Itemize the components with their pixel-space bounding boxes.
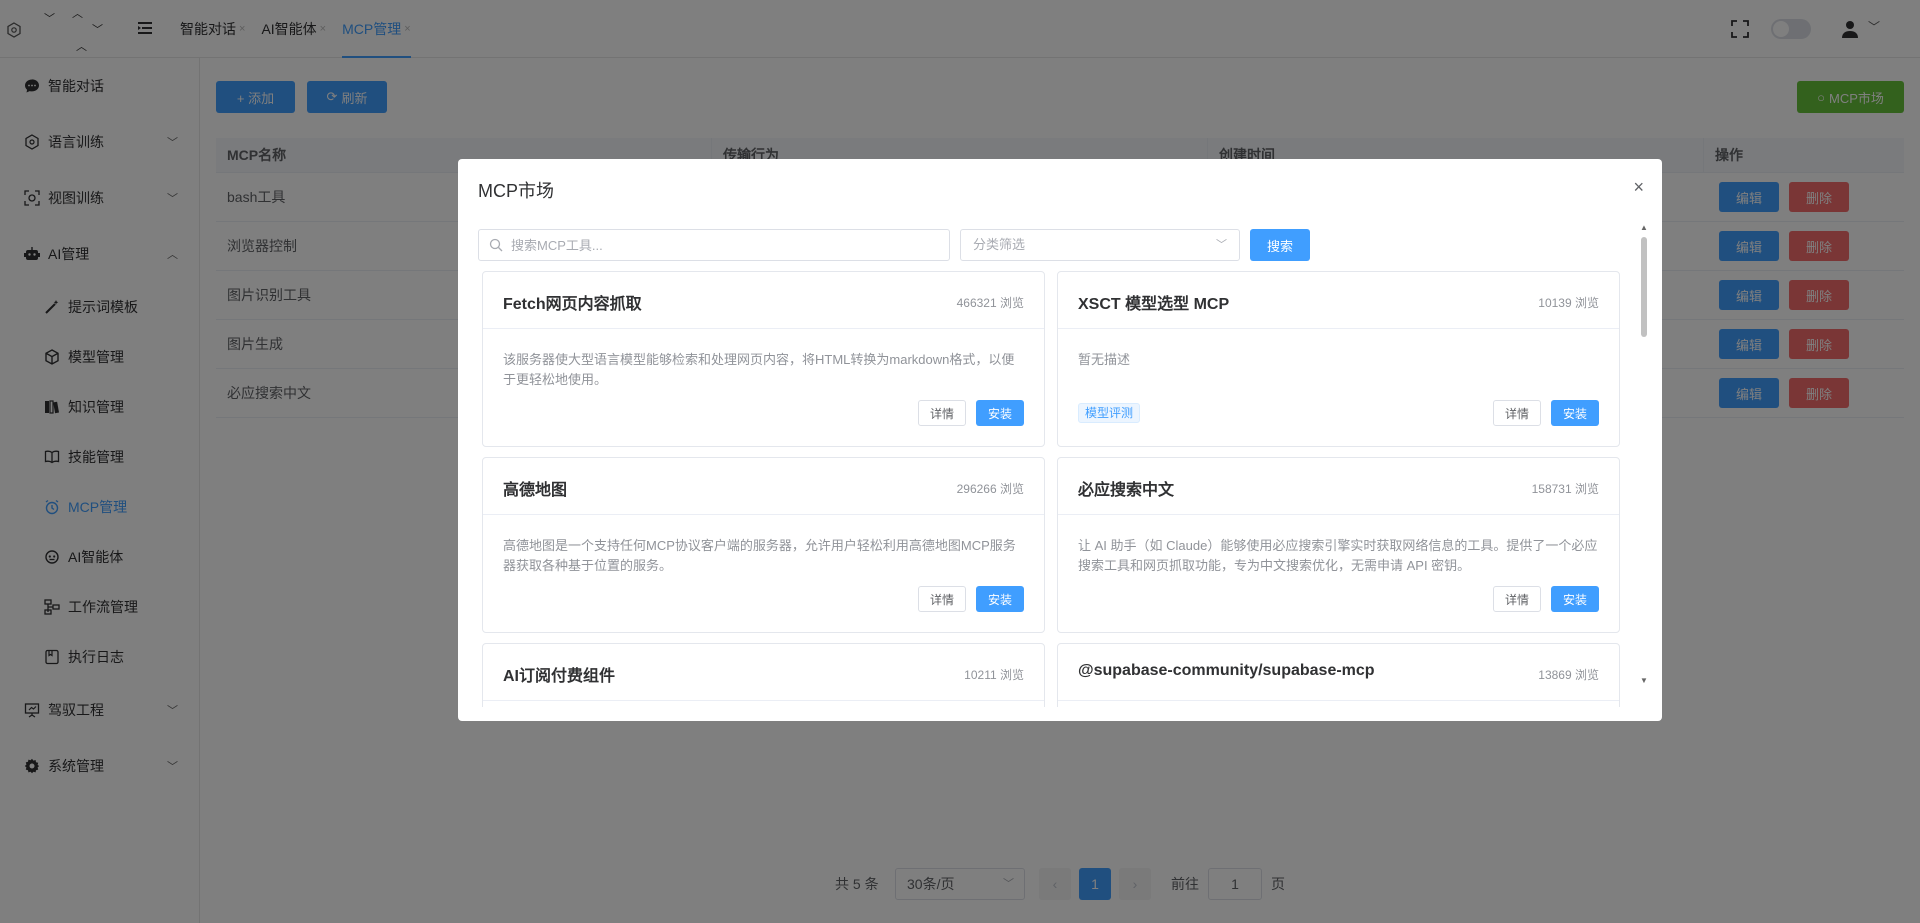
install-button[interactable]: 安装 [976,586,1024,612]
search-icon [489,238,503,252]
scrollbar-thumb[interactable] [1641,237,1647,337]
scroll-down-icon[interactable]: ▼ [1640,676,1648,685]
scrollbar[interactable]: ▲ ▼ [1640,223,1648,685]
scroll-up-icon[interactable]: ▲ [1640,223,1648,232]
mcp-card-list: Fetch网页内容抓取 466321 浏览 该服务器使大型语言模型能够检索和处理… [478,271,1628,707]
install-button[interactable]: 安装 [976,400,1024,426]
card-title: Fetch网页内容抓取 [503,296,642,313]
card-title: 必应搜索中文 [1078,482,1175,499]
view-count: 10139 浏览 [1538,296,1599,310]
view-count: 158731 浏览 [1531,482,1599,496]
card-header: Fetch网页内容抓取 466321 浏览 [483,272,1044,329]
view-count: 10211 浏览 [964,668,1024,682]
detail-button[interactable]: 详情 [1493,400,1541,426]
view-count: 13869 浏览 [1538,668,1599,682]
mcp-card: AI订阅付费组件 10211 浏览 [482,643,1045,707]
mcp-card: XSCT 模型选型 MCP 10139 浏览 暂无描述 模型评测 详情 安装 [1057,271,1620,447]
mcp-card: Fetch网页内容抓取 466321 浏览 该服务器使大型语言模型能够检索和处理… [482,271,1045,447]
category-placeholder: 分类筛选 [973,237,1026,252]
mcp-card: @supabase-community/supabase-mcp 13869 浏… [1057,643,1620,707]
install-button[interactable]: 安装 [1551,586,1599,612]
card-title: 高德地图 [503,482,568,499]
install-button[interactable]: 安装 [1551,400,1599,426]
mcp-card: 必应搜索中文 158731 浏览 让 AI 助手（如 Claude）能够使用必应… [1057,457,1620,633]
detail-button[interactable]: 详情 [918,586,966,612]
card-title: XSCT 模型选型 MCP [1078,296,1230,313]
search-field[interactable] [478,229,950,261]
view-count: 296266 浏览 [956,482,1024,496]
search-button[interactable]: 搜索 [1250,229,1310,261]
chevron-down-icon: ﹀ [1216,239,1227,251]
card-header: 高德地图 296266 浏览 [483,458,1044,515]
card-header: 必应搜索中文 158731 浏览 [1058,458,1619,515]
category-tag: 模型评测 [1078,403,1141,423]
card-description: 该服务器使大型语言模型能够检索和处理网页内容，将HTML转换为markdown格… [503,352,1015,387]
detail-button[interactable]: 详情 [1493,586,1541,612]
view-count: 466321 浏览 [956,296,1024,310]
card-description: 暂无描述 [1078,352,1131,367]
category-select[interactable]: 分类筛选 ﹀ [960,229,1240,261]
card-title: @supabase-community/supabase-mcp [1078,662,1375,679]
mcp-card: 高德地图 296266 浏览 高德地图是一个支持任何MCP协议客户端的服务器，允… [482,457,1045,633]
detail-button[interactable]: 详情 [918,400,966,426]
card-header: AI订阅付费组件 10211 浏览 [483,644,1044,701]
search-input[interactable] [511,230,941,260]
dialog-title: MCP市场 [478,181,554,201]
card-description: 让 AI 助手（如 Claude）能够使用必应搜索引擎实时获取网络信息的工具。提… [1078,538,1598,573]
card-header: @supabase-community/supabase-mcp 13869 浏… [1058,644,1619,701]
close-icon[interactable]: × [1633,177,1644,198]
card-title: AI订阅付费组件 [503,668,616,685]
card-description: 高德地图是一个支持任何MCP协议客户端的服务器，允许用户轻松利用高德地图MCP服… [503,538,1016,573]
card-header: XSCT 模型选型 MCP 10139 浏览 [1058,272,1619,329]
mcp-market-dialog: MCP市场 × 分类筛选 ﹀ 搜索 Fetch网页内容抓取 466321 浏览 … [458,159,1662,721]
